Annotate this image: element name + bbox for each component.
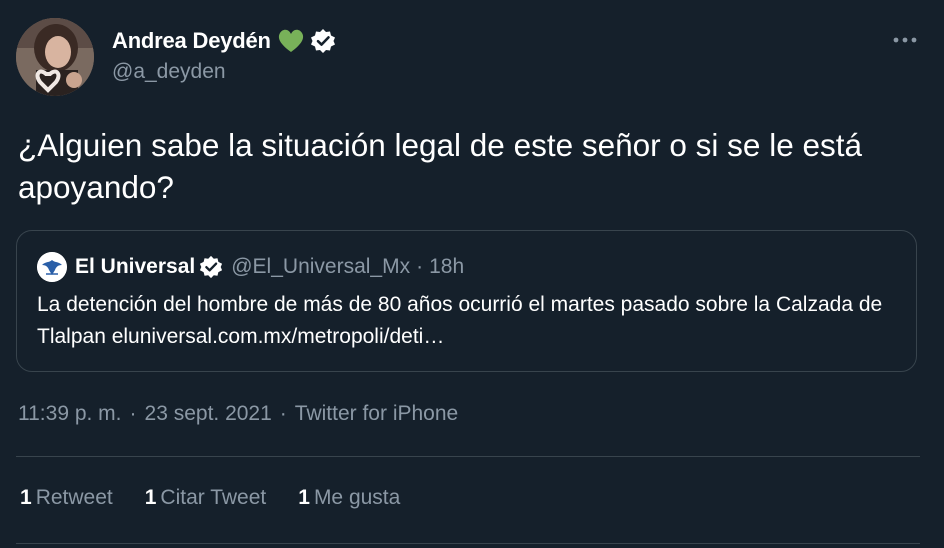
tweet-time[interactable]: 11:39 p. m. [18, 402, 122, 426]
avatar-photo [16, 18, 94, 96]
quoted-author-name: El Universal [75, 255, 196, 278]
meta-separator: · [279, 402, 287, 425]
author-display-name[interactable]: Andrea Deydén [112, 28, 271, 54]
retweets-stat[interactable]: 1 Retweet [20, 486, 113, 510]
divider [16, 543, 920, 544]
quoted-separator: · [416, 255, 424, 278]
retweets-label: Retweet [35, 486, 113, 509]
eagle-logo-icon [37, 252, 67, 282]
meta-separator: · [129, 402, 137, 425]
tweet-source[interactable]: Twitter for iPhone [295, 402, 458, 426]
tweet-date[interactable]: 23 sept. 2021 [145, 402, 272, 426]
quoted-timestamp: 18h [429, 255, 465, 278]
green-heart-icon [276, 26, 306, 56]
likes-stat[interactable]: 1 Me gusta [298, 486, 400, 510]
tweet: Andrea Deydén @a_deyden ¿Alguien sabe la… [0, 0, 944, 548]
tweet-text: ¿Alguien sabe la situación legal de este… [18, 127, 863, 205]
quote-tweets-count: 1 [144, 486, 157, 509]
quote-tweets-label: Citar Tweet [160, 486, 267, 509]
quoted-author-avatar [37, 252, 67, 282]
verified-badge-icon [310, 28, 336, 54]
author-handle[interactable]: @a_deyden [112, 60, 226, 84]
more-options-icon[interactable] [892, 30, 918, 50]
quoted-tweet-card[interactable]: El Universal @El_Universal_Mx · 18h La d… [16, 230, 917, 372]
retweets-count: 1 [20, 486, 32, 509]
author-avatar[interactable] [16, 18, 94, 96]
likes-label: Me gusta [313, 486, 401, 509]
quoted-tweet-text: La detención del hombre de más de 80 año… [37, 293, 883, 348]
tweet-stats: 1 Retweet 1 Citar Tweet 1 Me gusta [20, 486, 432, 510]
quoted-tweet-header: El Universal @El_Universal_Mx · 18h [37, 252, 465, 282]
divider [16, 456, 920, 457]
quoted-verified-badge-icon [199, 255, 223, 279]
quoted-author-handle: @El_Universal_Mx [231, 255, 411, 278]
tweet-metadata: 11:39 p. m. · 23 sept. 2021 · Twitter fo… [18, 402, 458, 426]
likes-count: 1 [298, 486, 310, 509]
quote-tweets-stat[interactable]: 1 Citar Tweet [145, 486, 267, 510]
author-name-row: Andrea Deydén [112, 26, 336, 56]
